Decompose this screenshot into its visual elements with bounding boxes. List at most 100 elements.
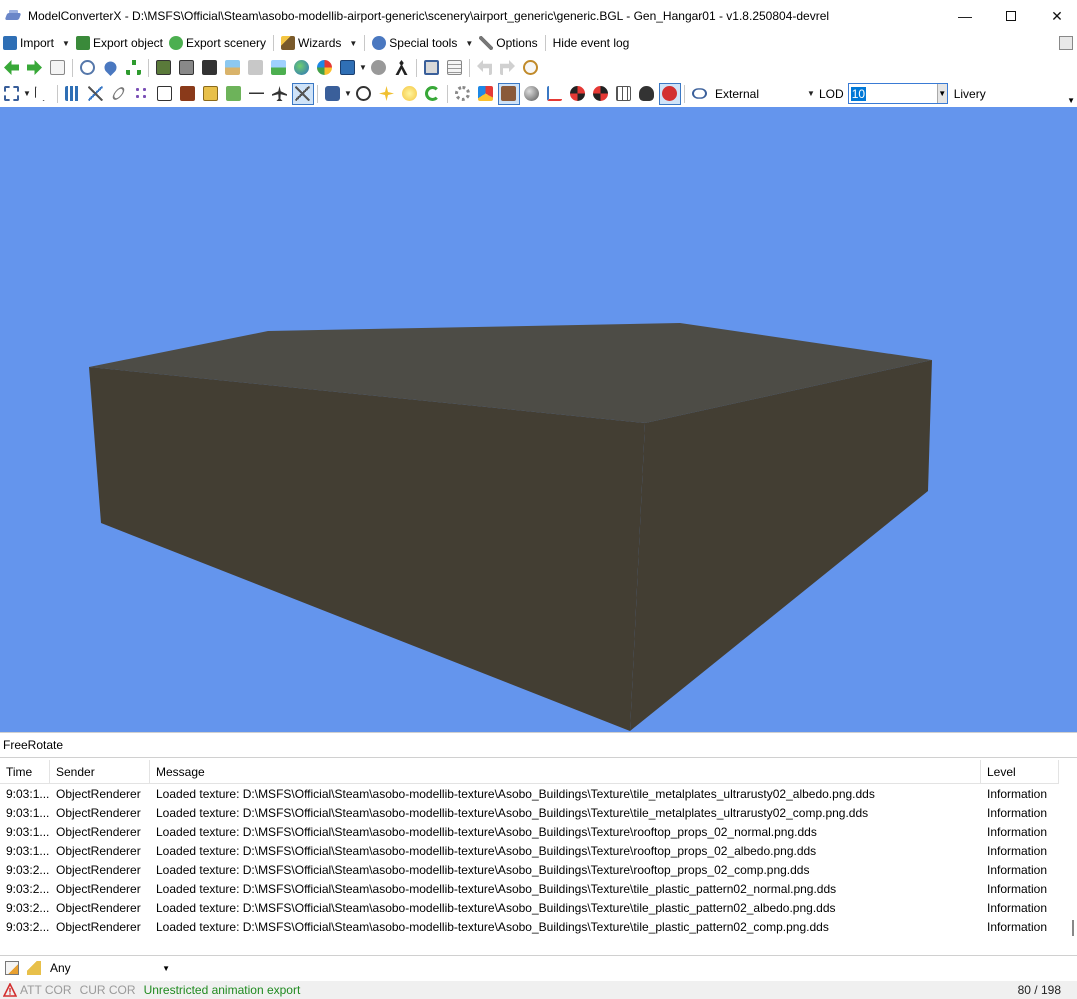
grid-button[interactable] — [62, 83, 84, 105]
display-button[interactable] — [337, 57, 359, 79]
view-mode-select[interactable]: External — [715, 87, 807, 101]
wizards-menu[interactable]: Wizards ▼ — [278, 32, 360, 54]
arrow-left-icon — [4, 60, 19, 75]
table-row[interactable]: 9:03:1... ObjectRenderer Loaded texture: D… — [0, 842, 1059, 861]
table-row[interactable]: 9:03:2... ObjectRenderer Loaded texture: D… — [0, 880, 1059, 899]
runway-icon — [249, 86, 264, 101]
person-button[interactable] — [391, 57, 413, 79]
export-object-button[interactable]: Export object — [73, 32, 166, 54]
undo-button[interactable] — [474, 57, 496, 79]
menu-separator — [364, 35, 366, 51]
log-level-filter[interactable]: Any ▼ — [50, 958, 170, 978]
table-row[interactable]: 9:03:1... ObjectRenderer Loaded texture: D… — [0, 823, 1059, 842]
checker-ball-button[interactable] — [590, 83, 612, 105]
teapot-dark-button[interactable] — [636, 83, 658, 105]
list-button[interactable] — [444, 57, 466, 79]
monitor-icon — [340, 60, 355, 75]
runway-button[interactable] — [246, 83, 268, 105]
aircraft-button[interactable] — [269, 83, 291, 105]
connect-button[interactable] — [368, 57, 390, 79]
export-scenery-button[interactable]: Export scenery — [166, 32, 269, 54]
close-button[interactable]: ✕ — [1034, 0, 1077, 32]
minimize-button[interactable]: — — [942, 0, 988, 32]
toolbar-overflow-icon[interactable]: ▼ — [1067, 96, 1075, 105]
table-row[interactable]: 9:03:2... ObjectRenderer Loaded texture: D… — [0, 899, 1059, 918]
layers-icon — [203, 86, 218, 101]
maximize-button[interactable] — [988, 0, 1034, 32]
teapot-red-button[interactable] — [658, 82, 681, 105]
attach-button[interactable] — [108, 83, 130, 105]
normals-button[interactable] — [544, 83, 566, 105]
document-button[interactable] — [47, 57, 69, 79]
inspect-button[interactable] — [77, 57, 99, 79]
history-button[interactable] — [520, 57, 542, 79]
location-button[interactable] — [100, 57, 122, 79]
lod-value: 10 — [850, 86, 867, 101]
material-button[interactable] — [153, 57, 175, 79]
column-header-time[interactable]: Time — [0, 760, 50, 784]
uv-grid-button[interactable] — [613, 83, 635, 105]
export-object-icon — [75, 36, 90, 50]
log-time: 9:03:1... — [6, 844, 50, 858]
table-row[interactable]: 9:03:2... ObjectRenderer Loaded texture: D… — [0, 918, 1059, 937]
chevron-down-icon[interactable]: ▼ — [344, 89, 352, 98]
column-header-message[interactable]: Message — [150, 760, 981, 784]
box-button[interactable] — [154, 83, 176, 105]
livery-select[interactable]: Livery — [954, 87, 986, 101]
log-scrollbar[interactable] — [1072, 920, 1074, 936]
light-button[interactable] — [376, 83, 398, 105]
target-button[interactable] — [353, 83, 375, 105]
animation-button[interactable] — [199, 57, 221, 79]
forward-button[interactable] — [24, 57, 46, 79]
back-button[interactable] — [1, 57, 23, 79]
chart-button[interactable] — [314, 57, 336, 79]
hide-event-log-button[interactable]: Hide event log — [550, 32, 633, 54]
chevron-down-icon[interactable]: ▼ — [23, 89, 31, 98]
wrench-icon — [479, 36, 494, 50]
lightbulb-button[interactable] — [399, 83, 421, 105]
log-time: 9:03:2... — [6, 863, 50, 877]
disabled-button[interactable] — [245, 57, 267, 79]
3d-viewport[interactable] — [0, 107, 1077, 732]
settings-button[interactable] — [452, 83, 474, 105]
column-header-sender[interactable]: Sender — [50, 760, 150, 784]
wireframe-button[interactable] — [85, 83, 107, 105]
color-cube-button[interactable] — [475, 83, 497, 105]
log-level: Information — [987, 844, 1048, 858]
column-header-level[interactable]: Level — [981, 760, 1059, 784]
scenery-button[interactable] — [268, 57, 290, 79]
table-row[interactable]: 9:03:2... ObjectRenderer Loaded texture: D… — [0, 861, 1059, 880]
brick-button[interactable] — [177, 83, 199, 105]
chevron-down-icon[interactable]: ▼ — [807, 89, 815, 98]
layers-button[interactable] — [200, 83, 222, 105]
window-button[interactable] — [421, 57, 443, 79]
zoom-extents-button[interactable] — [1, 83, 23, 105]
camera-button[interactable] — [322, 83, 344, 105]
options-button[interactable]: Options — [476, 32, 540, 54]
table-row[interactable]: 9:03:1... ObjectRenderer Loaded texture: D… — [0, 804, 1059, 823]
refresh-button[interactable] — [422, 83, 444, 105]
ball-button[interactable] — [567, 83, 589, 105]
edit-log-button[interactable] — [2, 958, 22, 978]
special-tools-menu[interactable]: Special tools ▼ — [369, 32, 476, 54]
xray-button[interactable] — [291, 82, 314, 105]
view-mode-button[interactable] — [689, 83, 711, 105]
lod-input[interactable]: 10 ▼ — [847, 83, 948, 104]
select-button[interactable] — [32, 83, 54, 105]
image-button[interactable] — [222, 57, 244, 79]
redo-button[interactable] — [497, 57, 519, 79]
table-row[interactable]: 9:03:1... ObjectRenderer Loaded texture: D… — [0, 785, 1059, 804]
hierarchy-button[interactable] — [123, 57, 145, 79]
sphere-button[interactable] — [521, 83, 543, 105]
terrain-button[interactable] — [223, 83, 245, 105]
textured-button[interactable] — [497, 82, 520, 105]
texture-button[interactable] — [176, 57, 198, 79]
nodes-button[interactable] — [131, 83, 153, 105]
chevron-down-icon[interactable]: ▼ — [359, 63, 367, 72]
chevron-down-icon[interactable]: ▼ — [936, 84, 947, 103]
uv-grid-icon — [616, 86, 631, 101]
clear-log-button[interactable] — [24, 958, 44, 978]
import-menu[interactable]: Import ▼ — [0, 32, 73, 54]
world-button[interactable] — [291, 57, 313, 79]
toolbar-settings-icon[interactable] — [1059, 36, 1073, 50]
